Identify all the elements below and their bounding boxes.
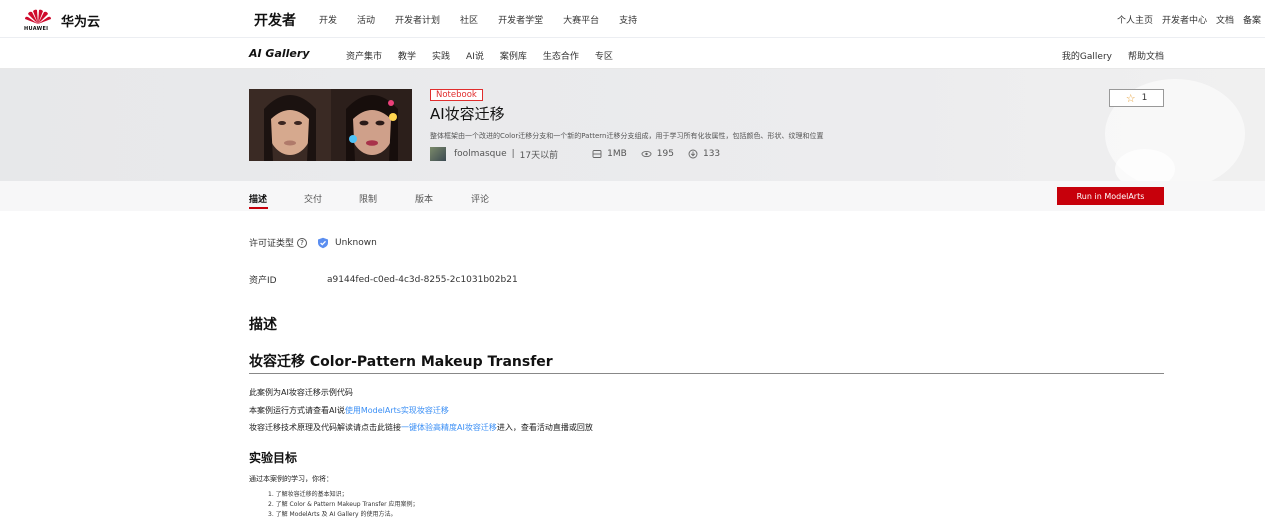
top-menu-item[interactable]: 大赛平台 — [563, 13, 599, 26]
top-right-link[interactable]: 开发者中心 — [1162, 13, 1207, 26]
downloads-value: 133 — [702, 149, 721, 159]
sub-menu-item[interactable]: 资产集市 — [346, 49, 382, 62]
top-menu-item[interactable]: 开发 — [319, 13, 337, 26]
tab-restrictions[interactable]: 限制 — [359, 192, 377, 205]
ai-gallery-title[interactable]: AI Gallery — [249, 47, 309, 60]
eye-icon — [641, 150, 652, 158]
top-menu-item[interactable]: 开发者学堂 — [498, 13, 543, 26]
asset-id-value: a9144fed-c0ed-4c3d-8255-2c1031b02b21 — [327, 274, 518, 285]
sub-menu-item[interactable]: 专区 — [595, 49, 613, 62]
description-heading: 描述 — [249, 317, 277, 333]
goals-intro: 通过本案例的学习，你将： — [249, 475, 333, 483]
notebook-badge: Notebook — [430, 89, 483, 101]
meta-separator: | — [511, 149, 515, 159]
decorative-shape — [1115, 149, 1175, 181]
shield-check-icon — [318, 237, 329, 248]
run-in-modelarts-button[interactable]: Run in ModelArts — [1057, 187, 1164, 205]
database-icon — [592, 150, 602, 158]
goal-item: 1. 了解妆容迁移的基本知识； — [268, 491, 348, 498]
tab-versions[interactable]: 版本 — [415, 192, 433, 205]
asset-id-label: 资产ID — [249, 276, 277, 286]
size-value: 1MB — [607, 149, 627, 159]
help-docs-link[interactable]: 帮助文档 — [1128, 49, 1164, 62]
sub-right-links: 我的Gallery 帮助文档 — [1046, 49, 1164, 62]
sub-menu-item[interactable]: 案例库 — [500, 49, 527, 62]
goal-item: 3. 了解 ModelArts 及 AI Gallery 的使用方法。 — [268, 511, 397, 518]
top-menu-item[interactable]: 开发者计划 — [395, 13, 440, 26]
goal-item: 2. 了解 Color & Pattern Makeup Transfer 应用… — [268, 501, 419, 508]
sub-menu: 资产集市 教学 实践 AI说 案例库 生态合作 专区 — [346, 49, 629, 62]
tab-delivery[interactable]: 交付 — [304, 192, 322, 205]
paragraph-2-text: 本案例运行方式请查看AI说 — [249, 406, 345, 415]
sub-menu-item[interactable]: 生态合作 — [543, 49, 579, 62]
huawei-logo-text: HUAWEI — [24, 26, 49, 32]
views-value: 195 — [656, 149, 674, 159]
tab-description[interactable]: 描述 — [249, 192, 267, 205]
asset-id-row: 资产ID a9144fed-c0ed-4c3d-8255-2c1031b02b2… — [249, 273, 518, 287]
top-right-link[interactable]: 备案 — [1243, 13, 1261, 26]
experience-link[interactable]: 一键体验高精度AI妆容迁移 — [401, 423, 497, 432]
tab-bar: 描述 交付 限制 版本 评论 Run in ModelArts — [0, 181, 1265, 211]
sub-menu-item[interactable]: 实践 — [432, 49, 450, 62]
paragraph-1: 此案例为AI妆容迁移示例代码 — [249, 388, 353, 397]
developer-title[interactable]: 开发者 — [254, 10, 296, 30]
top-menu-item[interactable]: 社区 — [460, 13, 478, 26]
asset-title: AI妆容迁移 — [430, 105, 505, 123]
download-icon — [688, 149, 698, 159]
size-stat: 1MB — [592, 149, 627, 159]
paragraph-3: 妆容迁移技术原理及代码解读请点击此链接一键体验高精度AI妆容迁移进入，查看活动直… — [249, 422, 593, 433]
author-avatar[interactable] — [430, 147, 446, 161]
sub-menu-item[interactable]: 教学 — [398, 49, 416, 62]
goals-heading: 实验目标 — [249, 451, 298, 465]
asset-meta: foolmasque | 17天以前 1MB 195 133 — [430, 147, 734, 161]
modelarts-guide-link[interactable]: 使用ModelArts实现妆容迁移 — [345, 406, 449, 415]
sub-navigation: AI Gallery 资产集市 教学 实践 AI说 案例库 生态合作 专区 我的… — [0, 39, 1265, 69]
top-menu-item[interactable]: 支持 — [619, 13, 637, 26]
help-icon[interactable]: ? — [297, 237, 308, 248]
asset-header: Notebook AI妆容迁移 整体框架由一个改进的Color迁移分支和一个新的… — [0, 69, 1265, 181]
downloads-stat: 133 — [688, 149, 720, 159]
main-heading: 妆容迁移 Color-Pattern Makeup Transfer — [249, 354, 553, 370]
top-right-link[interactable]: 文档 — [1216, 13, 1234, 26]
star-icon: ☆ — [1125, 91, 1136, 105]
author-name[interactable]: foolmasque — [454, 149, 507, 159]
active-tab-indicator — [249, 207, 268, 209]
paragraph-2: 本案例运行方式请查看AI说使用ModelArts实现妆容迁移 — [249, 405, 449, 416]
license-row: 许可证类型 ? Unknown — [249, 236, 377, 249]
paragraph-3-suffix: 进入，查看活动直播或回放 — [496, 423, 593, 432]
sub-menu-item[interactable]: AI说 — [466, 49, 484, 62]
asset-thumbnail — [249, 89, 412, 161]
license-label: 许可证类型 — [249, 239, 295, 249]
top-right-links: 个人主页 开发者中心 文档 备案 — [1108, 13, 1261, 26]
top-right-link[interactable]: 个人主页 — [1117, 13, 1153, 26]
heading-divider — [249, 373, 1164, 374]
license-value: Unknown — [335, 237, 377, 248]
updated-time: 17天以前 — [519, 150, 559, 161]
paragraph-3-text: 妆容迁移技术原理及代码解读请点击此链接 — [249, 423, 401, 432]
asset-description: 整体框架由一个改进的Color迁移分支和一个新的Pattern迁移分支组成，用于… — [430, 132, 824, 140]
star-button[interactable]: ☆ 1 — [1109, 89, 1164, 107]
my-gallery-link[interactable]: 我的Gallery — [1062, 49, 1112, 62]
views-stat: 195 — [641, 149, 674, 159]
brand-name[interactable]: 华为云 — [61, 11, 100, 30]
top-menu-item[interactable]: 活动 — [357, 13, 375, 26]
tab-comments[interactable]: 评论 — [471, 192, 489, 205]
face-before-image — [249, 89, 331, 161]
top-navigation: HUAWEI 华为云 开发者 开发 活动 开发者计划 社区 开发者学堂 大赛平台… — [0, 0, 1265, 38]
star-count: 1 — [1141, 93, 1148, 103]
face-after-image — [331, 89, 412, 161]
top-menu: 开发 活动 开发者计划 社区 开发者学堂 大赛平台 支持 — [319, 13, 657, 26]
